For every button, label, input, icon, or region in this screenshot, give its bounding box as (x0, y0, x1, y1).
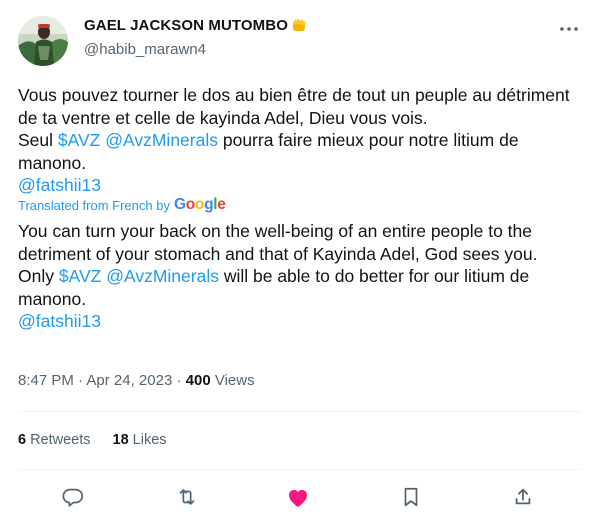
share-button[interactable] (510, 484, 536, 510)
retweet-icon (179, 489, 195, 505)
translated-by-google-link[interactable]: Translated from French by Google (18, 196, 226, 214)
mention-link[interactable]: @AvzMinerals (106, 266, 219, 286)
mention-link-fatshii[interactable]: @fatshii13 (18, 175, 101, 195)
retweets-count: 6 (18, 432, 27, 448)
google-logo: Google (173, 196, 226, 213)
divider (18, 411, 580, 412)
cashtag-link[interactable]: $AVZ (59, 266, 101, 286)
mention-link-fatshii[interactable]: @fatshii13 (18, 311, 101, 331)
views-count: 400 (185, 372, 211, 389)
avatar-photo (18, 16, 68, 66)
share-icon (515, 488, 531, 505)
likes-label: Likes (132, 432, 167, 448)
like-button[interactable] (285, 484, 311, 510)
raised-fist-icon (292, 18, 306, 31)
tweet-translated-text: You can turn your back on the well-being… (18, 220, 583, 333)
mention-link[interactable]: @AvzMinerals (105, 130, 218, 150)
engagement-stats: 6 Retweets 18 Likes (18, 432, 167, 448)
more-options-button[interactable] (552, 16, 586, 42)
tweet-card: GAEL JACKSON MUTOMBO @habib_marawn4 Vous… (0, 0, 598, 522)
retweet-button[interactable] (174, 484, 200, 510)
author-name-row: GAEL JACKSON MUTOMBO (84, 17, 308, 34)
retweets-label: Retweets (30, 432, 91, 448)
reply-icon (62, 488, 84, 507)
more-dots-icon (560, 27, 578, 31)
retweets-stat-link[interactable]: 6 Retweets (18, 432, 91, 448)
original-text-seul: Seul (18, 130, 58, 150)
avatar[interactable] (18, 16, 68, 66)
original-text-line: Vous pouvez tourner le dos au bien être … (18, 85, 570, 128)
translation-label: Translated from French by (18, 197, 170, 213)
likes-stat-link[interactable]: 18 Likes (113, 432, 167, 448)
author-display-name[interactable]: GAEL JACKSON MUTOMBO (84, 17, 288, 34)
likes-count: 18 (112, 432, 129, 448)
translated-text-line: You can turn your back on the well-being… (18, 221, 538, 264)
tweet-date[interactable]: Apr 24, 2023 (86, 372, 172, 389)
like-icon (289, 490, 307, 507)
cashtag-link[interactable]: $AVZ (58, 130, 100, 150)
tweet-time[interactable]: 8:47 PM (18, 372, 74, 389)
divider (18, 469, 580, 470)
reply-button[interactable] (60, 484, 86, 510)
translated-text-only: Only (18, 266, 59, 286)
bookmark-icon (404, 487, 418, 507)
views-label: Views (214, 372, 255, 389)
author-handle[interactable]: @habib_marawn4 (84, 41, 206, 58)
tweet-original-text: Vous pouvez tourner le dos au bien être … (18, 84, 583, 197)
tweet-meta: 8:47 PM · Apr 24, 2023 · 400 Views (18, 372, 255, 389)
bookmark-button[interactable] (398, 484, 424, 510)
